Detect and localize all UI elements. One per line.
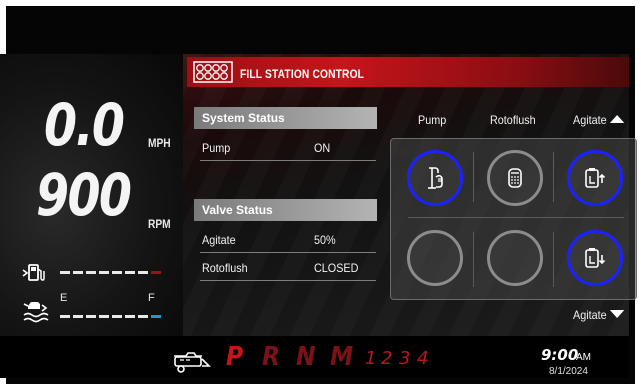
empty-control-button[interactable] — [407, 230, 463, 286]
gear-1[interactable]: 1 — [365, 348, 376, 369]
rotoflush-nozzle-icon — [508, 168, 522, 188]
rpm-unit: RPM — [148, 217, 171, 231]
gauge-segment — [125, 271, 135, 274]
agitate-valve-label: Agitate — [202, 233, 236, 247]
agitate-down-icon — [585, 248, 606, 268]
grid-divider — [473, 152, 474, 202]
gauge-segment — [86, 315, 96, 318]
triangle-down-icon — [610, 310, 625, 318]
fuel-pump-icon — [22, 264, 45, 281]
gear-m[interactable]: M — [330, 342, 353, 372]
rotoflush-valve-value: CLOSED — [314, 261, 359, 275]
gear-r[interactable]: R — [262, 342, 280, 372]
clock-ampm: AM — [576, 352, 591, 363]
panel-title: FILL STATION CONTROL — [240, 67, 365, 81]
water-gauge-bar — [60, 315, 161, 319]
rotoflush-column-label: Rotoflush — [490, 113, 536, 127]
row-divider — [200, 280, 376, 281]
pump-status-value: ON — [314, 141, 331, 155]
system-status-header: System Status — [194, 107, 377, 129]
agitate-down-button[interactable] — [567, 230, 623, 286]
grid-divider — [553, 232, 554, 287]
pump-button[interactable] — [407, 150, 463, 206]
agitate-bottom-text: Agitate — [573, 308, 607, 322]
grid-divider — [553, 152, 554, 202]
row-divider — [200, 160, 376, 161]
clock-time: 9:00 — [541, 346, 579, 364]
empty-control-button[interactable] — [487, 230, 543, 286]
gauge-segment — [125, 315, 135, 318]
clock-date: 8/1/2024 — [549, 366, 588, 377]
agitate-up-button[interactable] — [567, 150, 623, 206]
gauge-segment — [99, 315, 109, 318]
grid-divider — [408, 217, 624, 218]
pump-status-label: Pump — [202, 141, 231, 155]
triangle-up-icon — [610, 115, 625, 123]
gauge-segment — [60, 271, 70, 274]
gauge-segment — [73, 271, 83, 274]
gear-3[interactable]: 3 — [399, 348, 410, 369]
gear-p[interactable]: P — [226, 342, 243, 372]
fuel-gauge-bar — [60, 271, 161, 275]
gear-n[interactable]: N — [296, 342, 316, 372]
gauge-segment — [112, 315, 122, 318]
agitate-valve-value: 50% — [314, 233, 336, 247]
row-divider — [200, 252, 376, 253]
speed-unit: MPH — [148, 136, 171, 150]
gauge-segment — [151, 315, 161, 318]
agitate-down-label[interactable]: Agitate — [573, 308, 625, 322]
speed-readout: 0.0 — [44, 91, 125, 159]
gauge-segment — [138, 271, 148, 274]
grid-divider — [473, 232, 474, 287]
agitate-up-label[interactable]: Agitate — [573, 113, 625, 127]
gauge-segment — [138, 315, 148, 318]
gauge-segment — [73, 315, 83, 318]
gear-4[interactable]: 4 — [417, 348, 428, 369]
rotoflush-valve-label: Rotoflush — [202, 261, 248, 275]
agitate-column-label: Agitate — [573, 113, 607, 127]
water-empty-label: E — [60, 292, 68, 304]
pump-hand-icon — [428, 167, 443, 189]
gauge-segment — [151, 271, 161, 274]
pump-column-label: Pump — [418, 113, 447, 127]
gear-2[interactable]: 2 — [381, 348, 392, 369]
agitate-up-icon — [585, 168, 606, 188]
valve-status-header: Valve Status — [194, 199, 377, 221]
fill-station-icon — [193, 61, 233, 83]
gauge-segment — [99, 271, 109, 274]
water-full-label: F — [148, 292, 155, 304]
rotoflush-button[interactable] — [487, 150, 543, 206]
water-tank-icon — [23, 302, 49, 323]
gauge-segment — [112, 271, 122, 274]
gauge-segment — [60, 315, 70, 318]
rpm-readout: 900 — [36, 161, 132, 229]
fill-truck-icon — [174, 352, 211, 373]
gauge-segment — [86, 271, 96, 274]
